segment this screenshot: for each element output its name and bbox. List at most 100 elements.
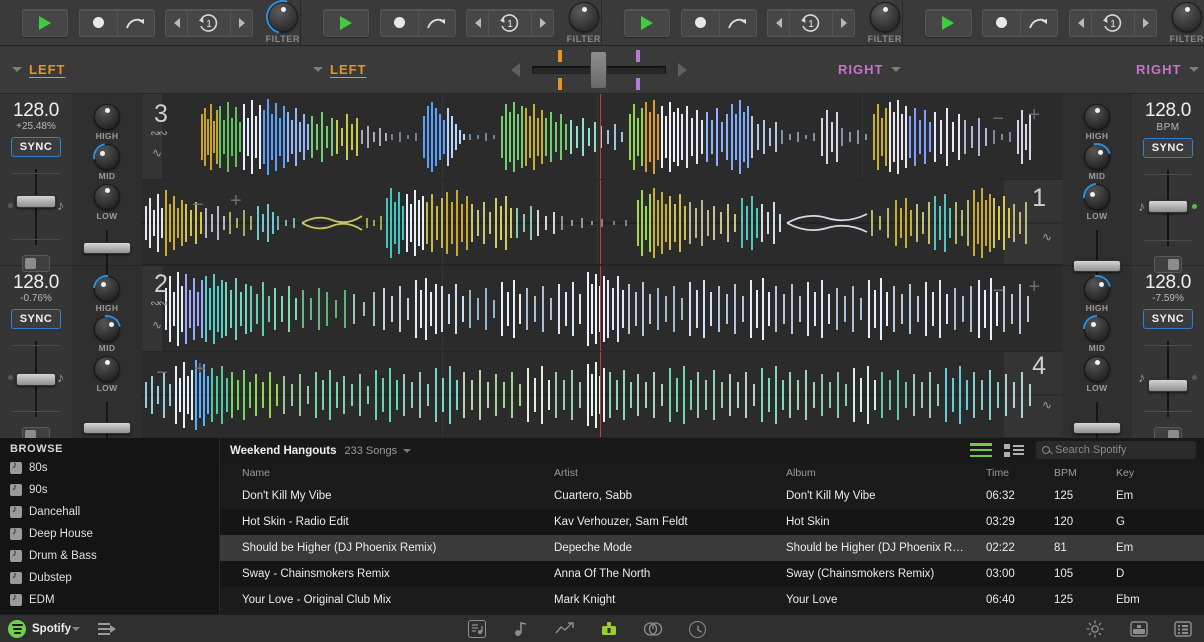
table-row[interactable]: Should be Higher (DJ Phoenix Remix) Depe…: [220, 535, 1204, 561]
deck-2-pitch-fader[interactable]: ♪: [4, 337, 68, 421]
deck-1-mid-knob[interactable]: [1077, 137, 1117, 177]
playlist-icon[interactable]: [466, 619, 488, 639]
filter-knob-deck-2[interactable]: [568, 1, 599, 32]
play-button-deck-1[interactable]: [624, 8, 671, 37]
preparation-list-icon[interactable]: [98, 622, 116, 636]
channel-selector-3[interactable]: RIGHT: [838, 46, 902, 93]
deck-3-mid-knob[interactable]: [87, 137, 127, 177]
waveform-zoom-in-deck-1[interactable]: +: [1028, 104, 1040, 127]
tree-item-drum-and-bass[interactable]: Drum & Bass: [0, 545, 219, 567]
waveform-zoom-out-deck-1[interactable]: −: [992, 108, 1004, 131]
deck-1-low-knob[interactable]: [1077, 177, 1117, 217]
tree-item-deep-house[interactable]: Deep House: [0, 523, 219, 545]
column-header-artist[interactable]: Artist: [532, 463, 764, 483]
list-view-green-icon[interactable]: [970, 443, 992, 457]
layout-panel-icon[interactable]: [1128, 619, 1150, 639]
crossfader-handle[interactable]: [590, 50, 607, 89]
waveform-zoom-in-deck-4[interactable]: +: [1028, 276, 1040, 299]
channel-selector-2[interactable]: LEFT: [313, 46, 367, 93]
waveform-deck-2[interactable]: 2 ∾∾ ∿ − +: [142, 266, 1062, 352]
waveform-zoom-out-deck-4[interactable]: −: [992, 280, 1004, 303]
filter-knob-deck-1[interactable]: [869, 1, 900, 32]
deck-4-high-knob[interactable]: [1077, 269, 1117, 309]
play-button-deck-2[interactable]: [323, 8, 370, 37]
record-button-deck-2[interactable]: [379, 8, 418, 37]
deck-3-sync-button[interactable]: SYNC: [11, 137, 61, 157]
loop-increase-button-deck-4[interactable]: [1135, 8, 1158, 37]
deck-3-pitch-fader[interactable]: ♪: [4, 165, 68, 249]
waveform-zoom-out-deck-2[interactable]: −: [156, 362, 168, 385]
flux-button-deck-1[interactable]: [718, 8, 757, 37]
waveform-zoom-in-deck-2[interactable]: +: [194, 358, 206, 381]
waveform-zoom-out-deck-3[interactable]: −: [192, 194, 204, 217]
beatport-crate-icon[interactable]: [598, 619, 620, 639]
waveform-deck-4[interactable]: 4 ∿ − +: [142, 352, 1062, 438]
loop-size-display-deck-1[interactable]: 1: [789, 8, 834, 37]
filter-knob-deck-4[interactable]: [1171, 1, 1202, 32]
table-row[interactable]: Hot Skin - Radio Edit Kav Verhouzer, Sam…: [220, 509, 1204, 535]
vinyl-icon[interactable]: [642, 619, 664, 639]
table-row[interactable]: Don't Kill My Vibe Cuartero, Sabb Don't …: [220, 483, 1204, 509]
spotify-logo-icon[interactable]: [8, 620, 26, 638]
loop-size-display-deck-3[interactable]: 1: [187, 8, 232, 37]
channel-selector-4[interactable]: RIGHT: [1136, 46, 1200, 93]
record-button-deck-3[interactable]: [78, 8, 117, 37]
play-button-deck-3[interactable]: [22, 8, 69, 37]
crossfader-left-arrow-icon[interactable]: [511, 62, 520, 77]
deck-4-pitch-fader[interactable]: ♪: [1136, 337, 1200, 421]
loop-decrease-button-deck-2[interactable]: [466, 8, 489, 37]
waveform-deck-3[interactable]: 3 ∾∾ ∿ − +: [142, 94, 1062, 180]
trending-icon[interactable]: [554, 619, 576, 639]
tree-item-edm[interactable]: EDM: [0, 589, 219, 611]
loop-increase-button-deck-2[interactable]: [532, 8, 555, 37]
waveform-deck-1[interactable]: 1 ∿ − +: [142, 180, 1062, 266]
loop-decrease-button-deck-4[interactable]: [1069, 8, 1092, 37]
column-header-name[interactable]: Name: [220, 463, 532, 483]
deck-3-low-knob[interactable]: [94, 184, 120, 210]
deck-1-high-knob[interactable]: [1084, 104, 1110, 130]
loop-decrease-button-deck-3[interactable]: [165, 8, 188, 37]
deck-2-low-knob[interactable]: [94, 356, 120, 382]
deck-4-mid-knob[interactable]: [1077, 309, 1117, 349]
flux-button-deck-3[interactable]: [116, 8, 155, 37]
chevron-down-icon[interactable]: [403, 448, 412, 453]
loop-size-display-deck-2[interactable]: 1: [488, 8, 533, 37]
detail-view-icon[interactable]: [1004, 443, 1024, 457]
deck-4-sync-button[interactable]: SYNC: [1143, 309, 1193, 329]
list-view-icon[interactable]: [1172, 619, 1194, 639]
tree-item-dubstep[interactable]: Dubstep: [0, 567, 219, 589]
deck-3-high-knob[interactable]: [94, 104, 120, 130]
flux-button-deck-2[interactable]: [417, 8, 456, 37]
column-header-time[interactable]: Time: [964, 463, 1032, 483]
deck-2-sync-button[interactable]: SYNC: [11, 309, 61, 329]
loop-increase-button-deck-3[interactable]: [231, 8, 254, 37]
loop-decrease-button-deck-1[interactable]: [767, 8, 790, 37]
table-row[interactable]: Sway - Chainsmokers Remix Anna Of The No…: [220, 561, 1204, 587]
history-clock-icon[interactable]: [686, 619, 708, 639]
channel-selector-1[interactable]: LEFT: [12, 46, 66, 93]
deck-1-pitch-fader[interactable]: ♪: [1136, 166, 1200, 250]
play-button-deck-4[interactable]: [925, 8, 972, 37]
waveform-zoom-in-deck-3[interactable]: +: [230, 190, 242, 213]
search-input[interactable]: Search Spotify: [1036, 441, 1196, 459]
column-header-album[interactable]: Album: [764, 463, 964, 483]
chevron-down-icon[interactable]: [72, 627, 80, 631]
crossfader-right-arrow-icon[interactable]: [678, 62, 687, 77]
tree-item-90s[interactable]: 90s: [0, 479, 219, 501]
flux-button-deck-4[interactable]: [1020, 8, 1059, 37]
deck-4-low-knob[interactable]: [1084, 356, 1110, 382]
loop-size-display-deck-4[interactable]: 1: [1091, 8, 1136, 37]
record-button-deck-1[interactable]: [680, 8, 719, 37]
deck-1-sync-button[interactable]: SYNC: [1143, 138, 1193, 158]
tree-item-dancehall[interactable]: Dancehall: [0, 501, 219, 523]
crossfader-track[interactable]: [532, 49, 666, 90]
column-header-bpm[interactable]: BPM: [1032, 463, 1094, 483]
filter-knob-deck-3[interactable]: [259, 0, 307, 40]
deck-2-mid-knob[interactable]: [87, 309, 127, 349]
brightness-icon[interactable]: [1084, 619, 1106, 639]
record-button-deck-4[interactable]: [982, 8, 1021, 37]
tree-item-80s[interactable]: 80s: [0, 457, 219, 479]
track-note-icon[interactable]: [510, 619, 532, 639]
deck-2-high-knob[interactable]: [87, 269, 127, 309]
loop-increase-button-deck-1[interactable]: [833, 8, 856, 37]
